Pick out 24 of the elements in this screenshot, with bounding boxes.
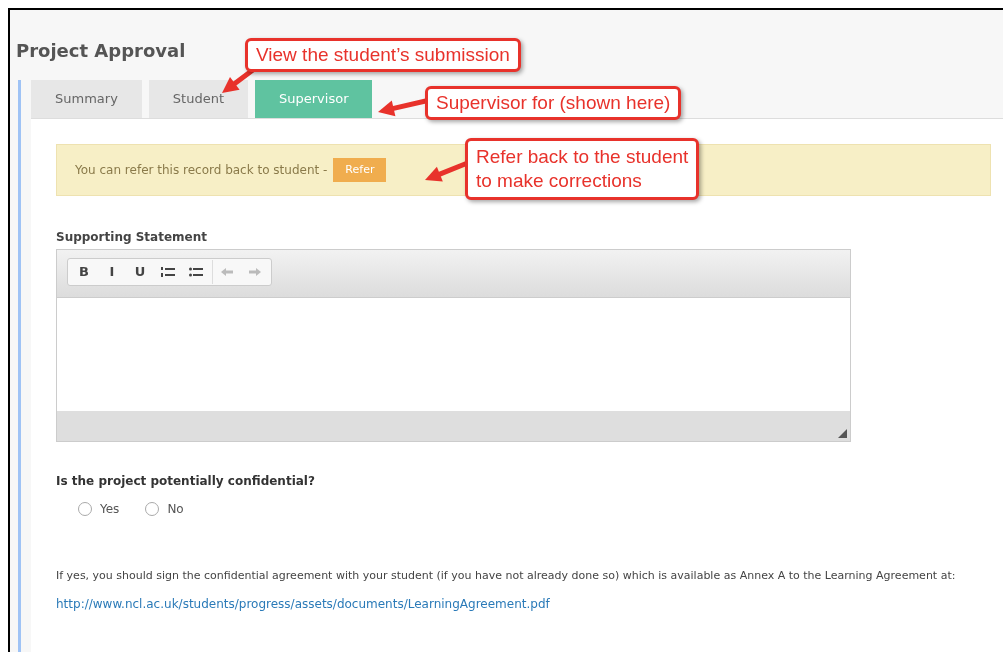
tab[interactable]: Summary [31,80,142,118]
left-arrow-icon [220,267,234,277]
radio-option[interactable]: Yes [78,500,120,518]
field-label: Supporting Statement [56,229,208,246]
callout: View the student’s submission [245,38,521,72]
radio-option[interactable]: No [145,500,184,518]
bullet-list-icon [189,266,203,278]
right-arrow-icon [248,267,262,277]
resize-handle-icon[interactable] [838,429,847,438]
rich-text-editor[interactable]: B I U [56,249,851,442]
format-button[interactable]: I [98,260,126,284]
page-title: Project Approval [16,39,186,63]
agreement-link[interactable]: http://www.ncl.ac.uk/students/progress/assets/documents/LearningAgreement.pdf [56,595,550,613]
question-label: Is the project potentially confidential? [56,473,316,490]
tab[interactable]: Student [148,80,248,118]
numbered-list-icon [161,266,175,278]
alert-text: You can refer this record back to student - [75,162,328,179]
format-button[interactable]: B [70,260,98,284]
info-paragraph: If yes, you should sign the confidential agreement with your student (if you have not already done so) which is available as Annex A to the Learning Agreement at: [56,568,957,584]
callout: Supervisor for (shown here) [425,86,682,120]
radio-button[interactable] [78,502,92,516]
radio-button[interactable] [145,502,160,516]
format-button[interactable]: U [126,260,154,284]
callout: Refer back to the student to make corrections [465,138,700,200]
